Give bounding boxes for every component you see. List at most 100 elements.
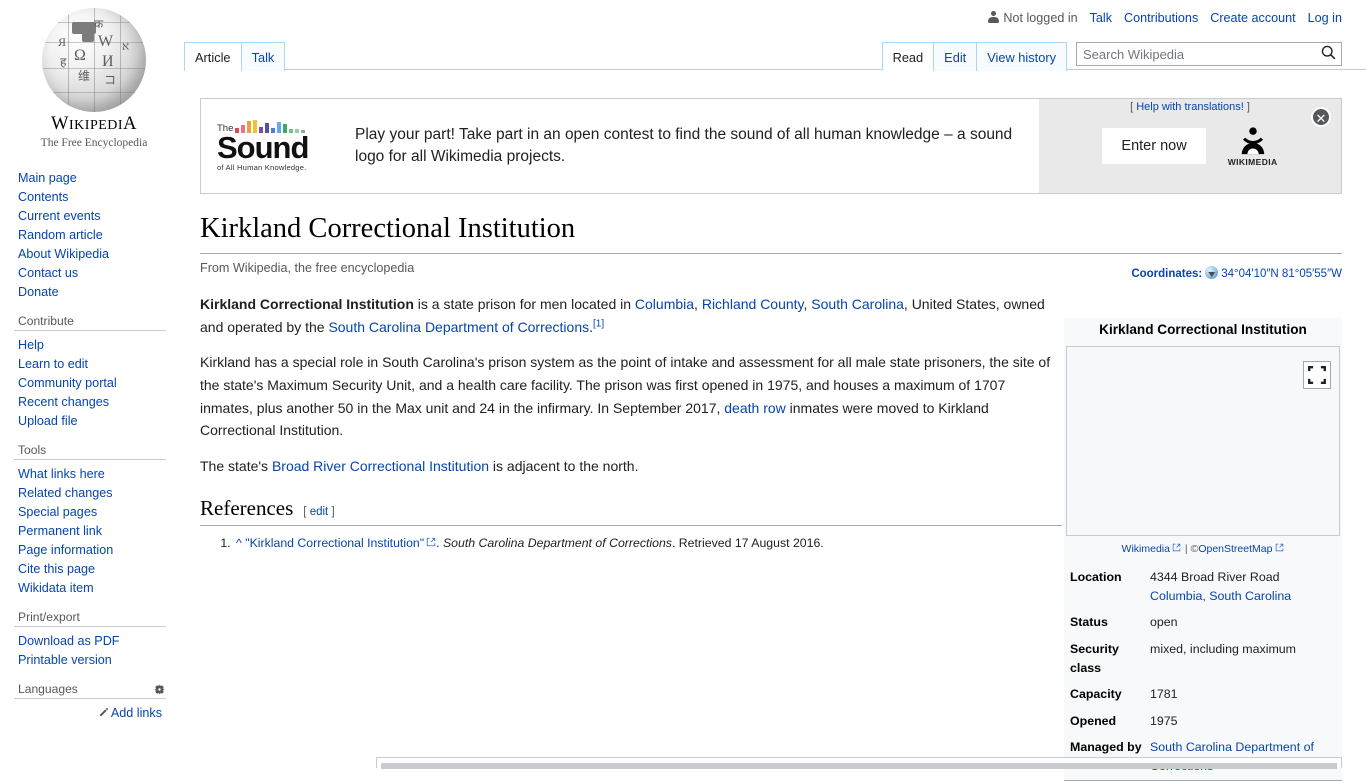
sidebar-link-contact-us[interactable]: Contact us <box>18 266 78 280</box>
sidebar-item-permanent-link[interactable]: Permanent link <box>14 520 166 539</box>
tab-read[interactable]: Read <box>881 41 935 71</box>
sidebar-item-download-as-pdf[interactable]: Download as PDF <box>14 630 166 649</box>
sidebar-item-upload-file[interactable]: Upload file <box>14 410 166 429</box>
map-attrib-osm-link[interactable]: OpenStreetMap <box>1198 543 1272 555</box>
sidebar-item-current-events[interactable]: Current events <box>14 205 166 224</box>
infobox-row-capacity: Capacity 1781 <box>1064 681 1342 708</box>
sidebar-link-upload-file[interactable]: Upload file <box>18 414 78 428</box>
tab-edit[interactable]: Edit <box>933 41 978 71</box>
paragraph-intro: Kirkland Correctional Institution is a s… <box>200 296 1045 335</box>
link-death-row[interactable]: death row <box>724 400 785 416</box>
sidebar-item-recent-changes[interactable]: Recent changes <box>14 391 166 410</box>
map-attrib-wikimedia-link[interactable]: Wikimedia <box>1122 543 1170 555</box>
sidebar-list-print-export: Download as PDF Printable version <box>14 630 166 668</box>
sidebar-item-related-changes[interactable]: Related changes <box>14 482 166 501</box>
sidebar-link-main-page[interactable]: Main page <box>18 171 77 185</box>
sidebar-link-about-wikipedia[interactable]: About Wikipedia <box>18 247 109 261</box>
tab-article[interactable]: Article <box>184 41 242 71</box>
sound-logo: The Sound of All Human Knowledge. <box>217 120 337 172</box>
map-fullscreen-button[interactable] <box>1303 361 1331 390</box>
map-attribution: Wikimedia | ©OpenStreetMap <box>1064 536 1342 562</box>
reference-title-link[interactable]: "Kirkland Correctional Institution" <box>245 536 424 550</box>
banner-side: [ Help with translations! ] Enter now WI… <box>1039 99 1341 193</box>
link-broad-river[interactable]: Broad River Correctional Institution <box>272 458 489 474</box>
sidebar-link-help[interactable]: Help <box>18 338 44 352</box>
reference-backlink[interactable]: ^ <box>236 536 242 550</box>
sidebar-item-main-page[interactable]: Main page <box>14 167 166 186</box>
link-richland-county[interactable]: Richland County <box>702 296 804 312</box>
sidebar-item-cite-this-page[interactable]: Cite this page <box>14 558 166 577</box>
search-input[interactable] <box>1076 42 1342 66</box>
coordinates-value[interactable]: 34°04′10″N 81°05′55″W <box>1221 268 1342 280</box>
sidebar-link-special-pages[interactable]: Special pages <box>18 505 97 519</box>
infobox-map[interactable] <box>1066 346 1340 537</box>
sidebar-item-learn-to-edit[interactable]: Learn to edit <box>14 353 166 372</box>
sidebar-link-related-changes[interactable]: Related changes <box>18 486 113 500</box>
wikimedia-logo[interactable]: WIKIMEDIA <box>1228 126 1278 167</box>
link-columbia-sc[interactable]: Columbia, South Carolina <box>1150 589 1291 603</box>
gear-icon[interactable] <box>153 683 166 696</box>
sidebar: W Ω И 维 コ Я א ह क WIKIPEDIA The Free Enc… <box>0 0 176 768</box>
sidebar-item-help[interactable]: Help <box>14 334 166 353</box>
infobox-value-status: open <box>1150 615 1178 630</box>
sidebar-item-printable-version[interactable]: Printable version <box>14 649 166 668</box>
link-columbia[interactable]: Columbia <box>635 296 694 312</box>
pencil-icon <box>98 707 109 718</box>
sidebar-link-printable-version[interactable]: Printable version <box>18 653 112 667</box>
sidebar-link-random-article[interactable]: Random article <box>18 228 103 242</box>
sidebar-item-wikidata-item[interactable]: Wikidata item <box>14 577 166 596</box>
sidebar-link-contents[interactable]: Contents <box>18 190 68 204</box>
sidebar-item-special-pages[interactable]: Special pages <box>14 501 166 520</box>
section-edit-link[interactable]: [ edit ] <box>303 506 334 518</box>
bottom-rule-fill <box>381 763 1337 769</box>
sidebar-item-contact-us[interactable]: Contact us <box>14 262 166 281</box>
sidebar-item-donate[interactable]: Donate <box>14 281 166 300</box>
sidebar-link-recent-changes[interactable]: Recent changes <box>18 395 109 409</box>
sidebar-link-permanent-link[interactable]: Permanent link <box>18 524 102 538</box>
sidebar-item-what-links-here[interactable]: What links here <box>14 463 166 482</box>
infobox-title: Kirkland Correctional Institution <box>1099 322 1307 337</box>
banner-close-button[interactable]: ✕ <box>1311 107 1331 127</box>
search-form <box>1076 42 1342 66</box>
content-root: Article Talk Read Edit View history The <box>176 0 1366 781</box>
sidebar-link-what-links-here[interactable]: What links here <box>18 467 105 481</box>
infobox-row-status: Status open <box>1064 609 1342 636</box>
add-links-row[interactable]: Add links <box>14 702 166 720</box>
coordinates-label[interactable]: Coordinates: <box>1131 268 1202 280</box>
sidebar-link-donate[interactable]: Donate <box>18 285 59 299</box>
sidebar-item-community-portal[interactable]: Community portal <box>14 372 166 391</box>
wikipedia-globe-icon: W Ω И 维 コ Я א ह क <box>42 8 146 112</box>
sidebar-section-languages: Languages Add links <box>14 682 176 720</box>
sidebar-list-navigation: Main page Contents Current events Random… <box>14 167 166 300</box>
search-button[interactable] <box>1316 44 1340 64</box>
sidebar-item-page-information[interactable]: Page information <box>14 539 166 558</box>
tab-talk[interactable]: Talk <box>240 41 286 71</box>
sidebar-link-download-as-pdf[interactable]: Download as PDF <box>18 634 120 648</box>
namespace-tabs: Article Talk <box>184 41 286 71</box>
map-attrib-separator: | <box>1184 543 1188 556</box>
add-links-link[interactable]: Add links <box>98 706 162 720</box>
citation-marker-1[interactable]: [1] <box>593 318 604 329</box>
sidebar-link-page-information[interactable]: Page information <box>18 543 113 557</box>
banner-help-translations-link[interactable]: [ Help with translations! ] <box>1039 101 1341 113</box>
sidebar-link-current-events[interactable]: Current events <box>18 209 101 223</box>
sidebar-item-contents[interactable]: Contents <box>14 186 166 205</box>
infobox-label-security-class: Security class <box>1070 641 1119 675</box>
banner-main: The Sound of All Human Knowledge. Play y… <box>201 99 1039 193</box>
infobox-label-location: Location <box>1070 570 1122 585</box>
coordinates[interactable]: Coordinates: 34°04′10″N 81°05′55″W <box>1131 266 1342 280</box>
link-scdc[interactable]: South Carolina Department of Corrections <box>328 319 589 335</box>
sidebar-link-cite-this-page[interactable]: Cite this page <box>18 562 95 576</box>
wikipedia-logo[interactable]: W Ω И 维 コ Я א ह क WIKIPEDIA The Free Enc… <box>14 0 174 149</box>
enter-now-button[interactable]: Enter now <box>1102 128 1206 164</box>
tab-view-history[interactable]: View history <box>976 41 1067 71</box>
reference-item-1: ^ "Kirkland Correctional Institution". S… <box>234 534 1062 554</box>
sidebar-item-random-article[interactable]: Random article <box>14 224 166 243</box>
sidebar-link-wikidata-item[interactable]: Wikidata item <box>18 581 94 595</box>
sidebar-item-about-wikipedia[interactable]: About Wikipedia <box>14 243 166 262</box>
sidebar-link-learn-to-edit[interactable]: Learn to edit <box>18 357 88 371</box>
reference-retrieved: . Retrieved 17 August 2016. <box>671 535 824 550</box>
sidebar-link-community-portal[interactable]: Community portal <box>18 376 117 390</box>
link-south-carolina[interactable]: South Carolina <box>811 296 904 312</box>
infobox: Kirkland Correctional Institution Wikime… <box>1064 318 1342 781</box>
